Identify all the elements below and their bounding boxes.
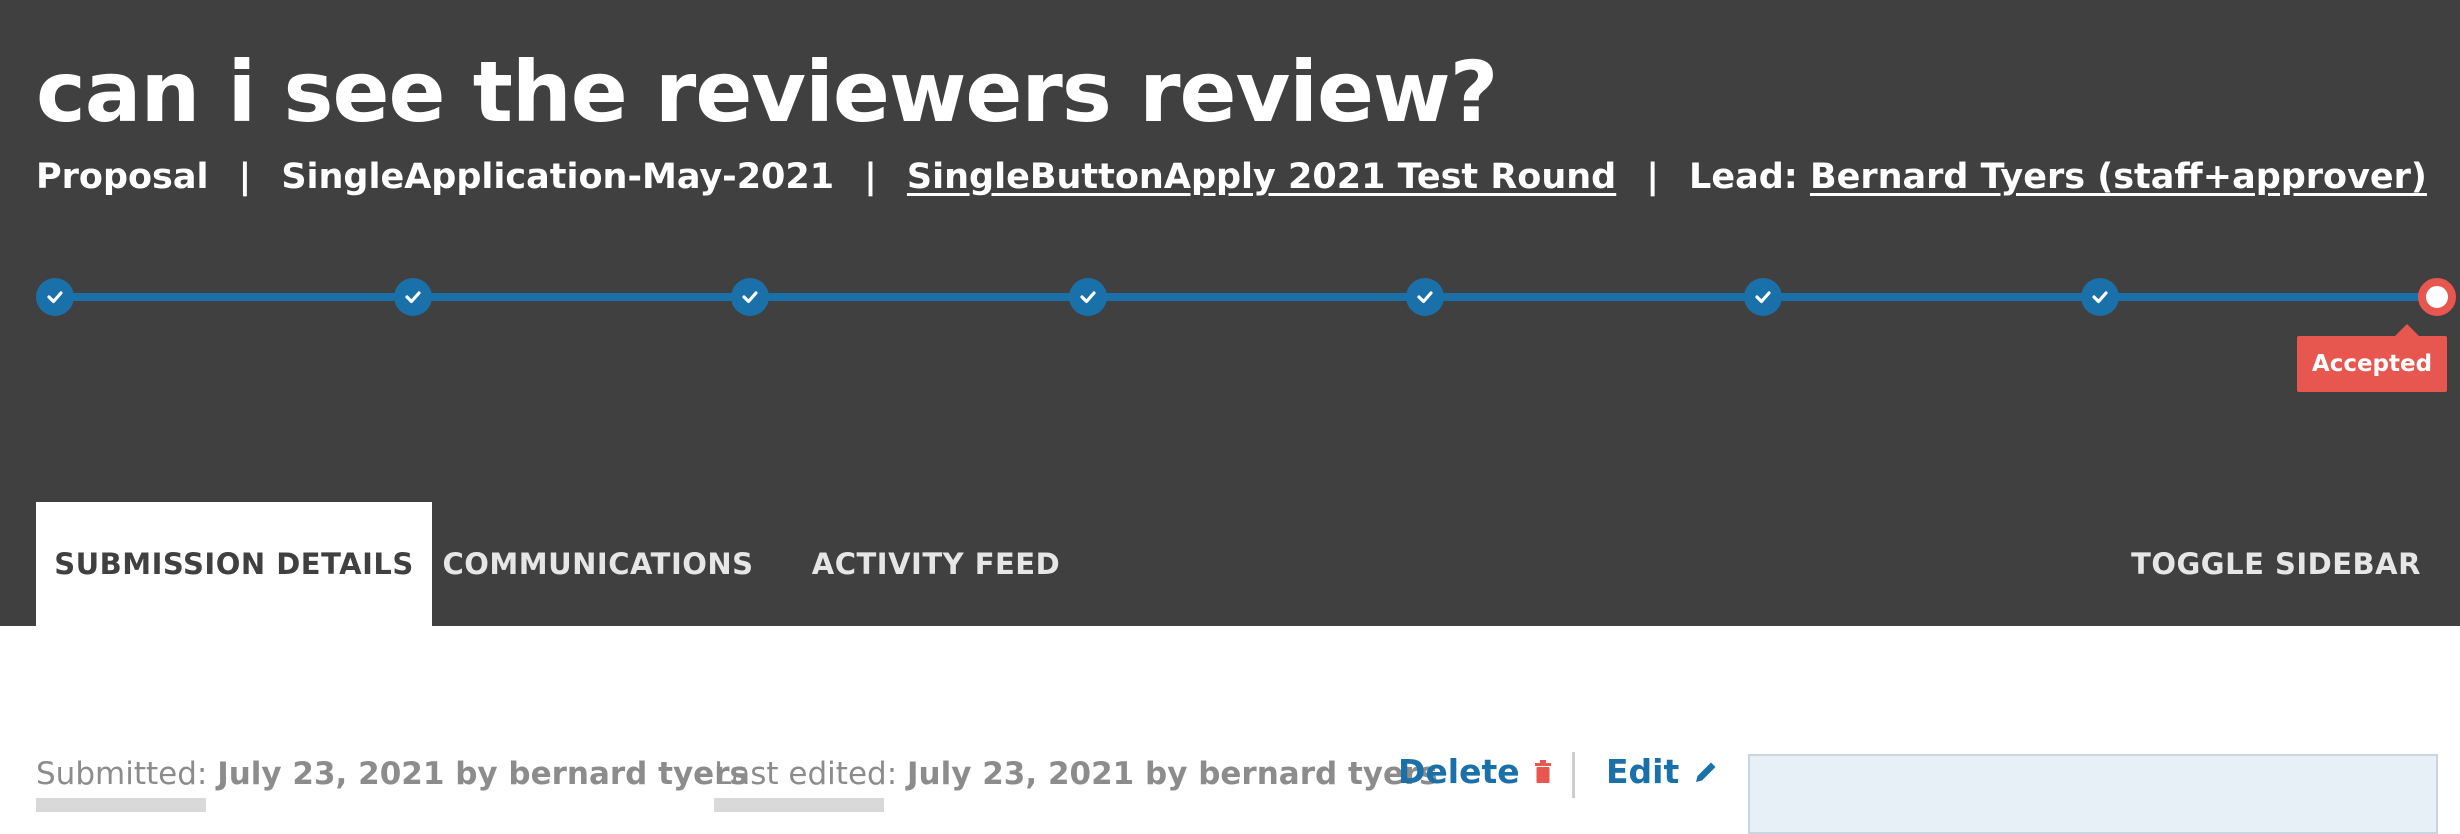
check-icon (2092, 291, 2108, 304)
edit-label: Edit (1606, 752, 1680, 791)
check-icon (742, 291, 758, 304)
sidebar-panel (1748, 754, 2438, 834)
check-icon (1417, 291, 1433, 304)
round-link[interactable]: SingleButtonApply 2021 Test Round (907, 157, 1616, 197)
meta-separator: | (864, 157, 877, 197)
status-badge: Accepted (2297, 324, 2447, 392)
delete-label: Delete (1398, 752, 1520, 791)
step-current (2418, 278, 2456, 316)
clipped-text-line (714, 798, 884, 812)
tab-activity-feed[interactable]: ACTIVITY FEED (786, 502, 1086, 626)
check-icon (1755, 291, 1771, 304)
step-complete-4 (1069, 278, 1107, 316)
clipped-text-line (36, 798, 206, 812)
submitted-info: Submitted: July 23, 2021 by bernard tyer… (36, 756, 748, 792)
last-edited-info: Last edited: July 23, 2021 by bernard ty… (714, 756, 1438, 792)
step-complete-1 (36, 278, 74, 316)
step-complete-3 (731, 278, 769, 316)
check-icon (405, 291, 421, 304)
lead-link[interactable]: Bernard Tyers (staff+approver) (1810, 157, 2427, 197)
check-icon (47, 291, 63, 304)
tab-bar: SUBMISSION DETAILS COMMUNICATIONS ACTIVI… (36, 502, 2426, 626)
last-edited-value: July 23, 2021 by bernard tyers (907, 756, 1438, 792)
submission-form: SingleApplication-May-2021 (281, 157, 835, 197)
lead-label: Lead: (1689, 157, 1798, 197)
delete-button[interactable]: Delete (1398, 752, 1552, 791)
tab-communications[interactable]: COMMUNICATIONS (432, 502, 764, 626)
action-divider (1572, 752, 1575, 798)
toggle-sidebar-button[interactable]: TOGGLE SIDEBAR (2126, 502, 2426, 626)
tab-submission-details[interactable]: SUBMISSION DETAILS (36, 502, 432, 626)
meta-separator: | (238, 157, 252, 197)
submission-type: Proposal (36, 157, 209, 197)
step-complete-6 (1744, 278, 1782, 316)
step-complete-7 (2081, 278, 2119, 316)
status-progress-bar: Accepted (0, 260, 2460, 400)
edit-button[interactable]: Edit (1606, 752, 1719, 791)
step-complete-2 (394, 278, 432, 316)
submission-header: can i see the reviewers review? Proposal… (0, 0, 2460, 626)
step-complete-5 (1406, 278, 1444, 316)
submitted-label: Submitted: (36, 756, 208, 792)
page-title: can i see the reviewers review? (36, 43, 1498, 141)
pencil-icon (1696, 762, 1716, 782)
submitted-value: July 23, 2021 by bernard tyers (217, 756, 748, 792)
check-icon (1080, 291, 1096, 304)
meta-separator: | (1646, 157, 1660, 197)
trash-icon (1534, 759, 1551, 783)
submission-meta: Proposal | SingleApplication-May-2021 | Sing… (36, 152, 2427, 202)
last-edited-label: Last edited: (714, 756, 898, 792)
